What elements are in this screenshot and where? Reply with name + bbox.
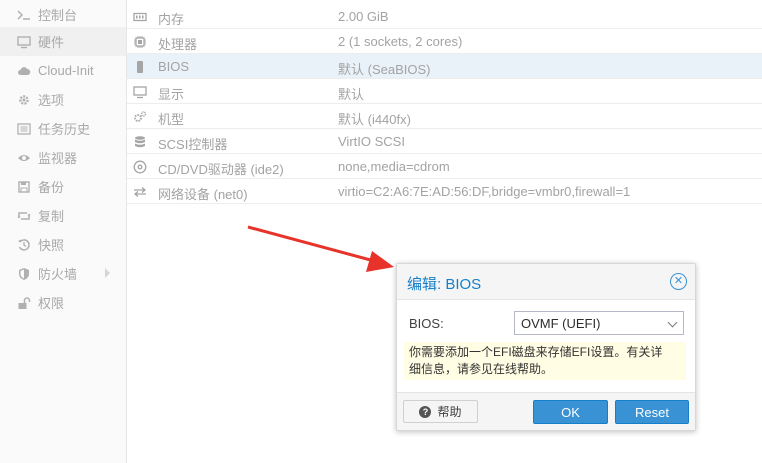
bios-icon bbox=[132, 59, 147, 74]
close-icon[interactable]: ✕ bbox=[670, 273, 687, 290]
hardware-name: 网络设备 (net0) bbox=[158, 187, 248, 202]
bios-select-value: OVMF (UEFI) bbox=[521, 315, 601, 331]
hardware-value: 默认 bbox=[338, 87, 365, 102]
hardware-value: 默认 (SeaBIOS) bbox=[338, 62, 431, 77]
bios-field-label: BIOS: bbox=[409, 316, 444, 331]
eye-icon bbox=[16, 150, 32, 166]
unlock-icon bbox=[16, 295, 32, 311]
sidebar-item-label: 权限 bbox=[38, 296, 65, 311]
dialog-footer: ? 帮助 OK Reset bbox=[397, 392, 695, 430]
hardware-name: CD/DVD驱动器 (ide2) bbox=[158, 162, 284, 177]
efi-disk-note: 你需要添加一个EFI磁盘来存储EFI设置。有关详 细信息，请参见在线帮助。 bbox=[404, 342, 686, 380]
hardware-name: SCSI控制器 bbox=[158, 137, 228, 152]
memory-icon bbox=[132, 9, 147, 24]
sidebar-item-monitor[interactable]: 监视器 bbox=[0, 143, 126, 172]
sidebar-item-label: 硬件 bbox=[38, 35, 65, 50]
hardware-name: 内存 bbox=[158, 12, 185, 27]
monitor-icon bbox=[16, 34, 32, 50]
hardware-value: 2 (1 sockets, 2 cores) bbox=[338, 34, 463, 49]
sidebar-item-label: 快照 bbox=[38, 238, 65, 253]
table-row[interactable]: CD/DVD驱动器 (ide2) none,media=cdrom bbox=[127, 154, 762, 179]
display-icon bbox=[132, 84, 147, 99]
cdrom-icon bbox=[132, 159, 147, 174]
table-row[interactable]: 内存 2.00 GiB bbox=[127, 4, 762, 29]
shield-icon bbox=[16, 266, 32, 282]
hardware-value: none,media=cdrom bbox=[338, 159, 450, 174]
sidebar-item-backup[interactable]: 备份 bbox=[0, 172, 126, 201]
hardware-name: 显示 bbox=[158, 87, 185, 102]
sidebar-item-label: 控制台 bbox=[38, 8, 78, 23]
sidebar-item-snapshot[interactable]: 快照 bbox=[0, 230, 126, 259]
sidebar-item-label: 监视器 bbox=[38, 151, 78, 166]
sidebar-item-label: 备份 bbox=[38, 180, 65, 195]
table-row[interactable]: BIOS 默认 (SeaBIOS) bbox=[127, 54, 762, 79]
hardware-name: BIOS bbox=[158, 59, 190, 74]
sidebar-item-hardware[interactable]: 硬件 bbox=[0, 27, 126, 56]
table-row[interactable]: 机型 默认 (i440fx) bbox=[127, 104, 762, 129]
ok-button[interactable]: OK bbox=[533, 400, 608, 424]
hardware-value: 默认 (i440fx) bbox=[338, 112, 411, 127]
sidebar-item-label: Cloud-Init bbox=[38, 63, 94, 78]
table-row[interactable]: 显示 默认 bbox=[127, 79, 762, 104]
chevron-down-icon[interactable] bbox=[667, 317, 678, 328]
retweet-icon bbox=[16, 208, 32, 224]
list-icon bbox=[16, 121, 32, 137]
sidebar-item-replication[interactable]: 复制 bbox=[0, 201, 126, 230]
hardware-name: 机型 bbox=[158, 112, 185, 127]
hardware-name: 处理器 bbox=[158, 37, 198, 52]
dialog-header[interactable]: 编辑: BIOS ✕ bbox=[397, 264, 695, 300]
sidebar-item-console[interactable]: 控制台 bbox=[0, 0, 126, 29]
sidebar-item-label: 选项 bbox=[38, 93, 65, 108]
reset-button[interactable]: Reset bbox=[615, 400, 689, 424]
submenu-arrow-icon[interactable] bbox=[105, 268, 110, 278]
sidebar-item-label: 复制 bbox=[38, 209, 65, 224]
terminal-icon bbox=[16, 7, 32, 23]
help-button[interactable]: ? 帮助 bbox=[403, 400, 478, 423]
sidebar-item-task-history[interactable]: 任务历史 bbox=[0, 114, 126, 143]
sidebar-item-label: 任务历史 bbox=[38, 122, 91, 137]
cogs-icon bbox=[132, 109, 147, 124]
gear-icon bbox=[16, 92, 32, 108]
dialog-title: 编辑: BIOS bbox=[407, 276, 482, 293]
hardware-value: 2.00 GiB bbox=[338, 9, 389, 24]
bios-select[interactable]: OVMF (UEFI) bbox=[514, 311, 684, 335]
sidebar-item-label: 防火墙 bbox=[38, 267, 78, 282]
table-row[interactable]: SCSI控制器 VirtIO SCSI bbox=[127, 129, 762, 154]
exchange-icon bbox=[132, 184, 147, 199]
table-row[interactable]: 网络设备 (net0) virtio=C2:A6:7E:AD:56:DF,bri… bbox=[127, 179, 762, 204]
history-icon bbox=[16, 237, 32, 253]
table-row[interactable]: 处理器 2 (1 sockets, 2 cores) bbox=[127, 29, 762, 54]
edit-bios-dialog: 编辑: BIOS ✕ BIOS: OVMF (UEFI) 你需要添加一个EFI磁… bbox=[396, 263, 696, 431]
cpu-icon bbox=[132, 34, 147, 49]
note-line: 细信息，请参见在线帮助。 bbox=[409, 362, 554, 376]
sidebar-item-permissions[interactable]: 权限 bbox=[0, 288, 126, 317]
floppy-icon bbox=[16, 179, 32, 195]
question-icon: ? bbox=[419, 405, 432, 418]
hardware-value: virtio=C2:A6:7E:AD:56:DF,bridge=vmbr0,fi… bbox=[338, 184, 631, 199]
database-icon bbox=[132, 134, 147, 149]
sidebar-item-options[interactable]: 选项 bbox=[0, 85, 126, 114]
hardware-value: VirtIO SCSI bbox=[338, 134, 405, 149]
help-button-label: 帮助 bbox=[437, 405, 462, 419]
cloud-icon bbox=[16, 63, 32, 79]
note-line: 你需要添加一个EFI磁盘来存储EFI设置。有关详 bbox=[409, 345, 663, 359]
sidebar-item-cloud-init[interactable]: Cloud-Init bbox=[0, 56, 126, 85]
sidebar-item-firewall[interactable]: 防火墙 bbox=[0, 259, 126, 288]
sidebar: 控制台 硬件 Cloud-Init 选项 任务历史 监视器 备份 复制 快照 防… bbox=[0, 0, 127, 463]
